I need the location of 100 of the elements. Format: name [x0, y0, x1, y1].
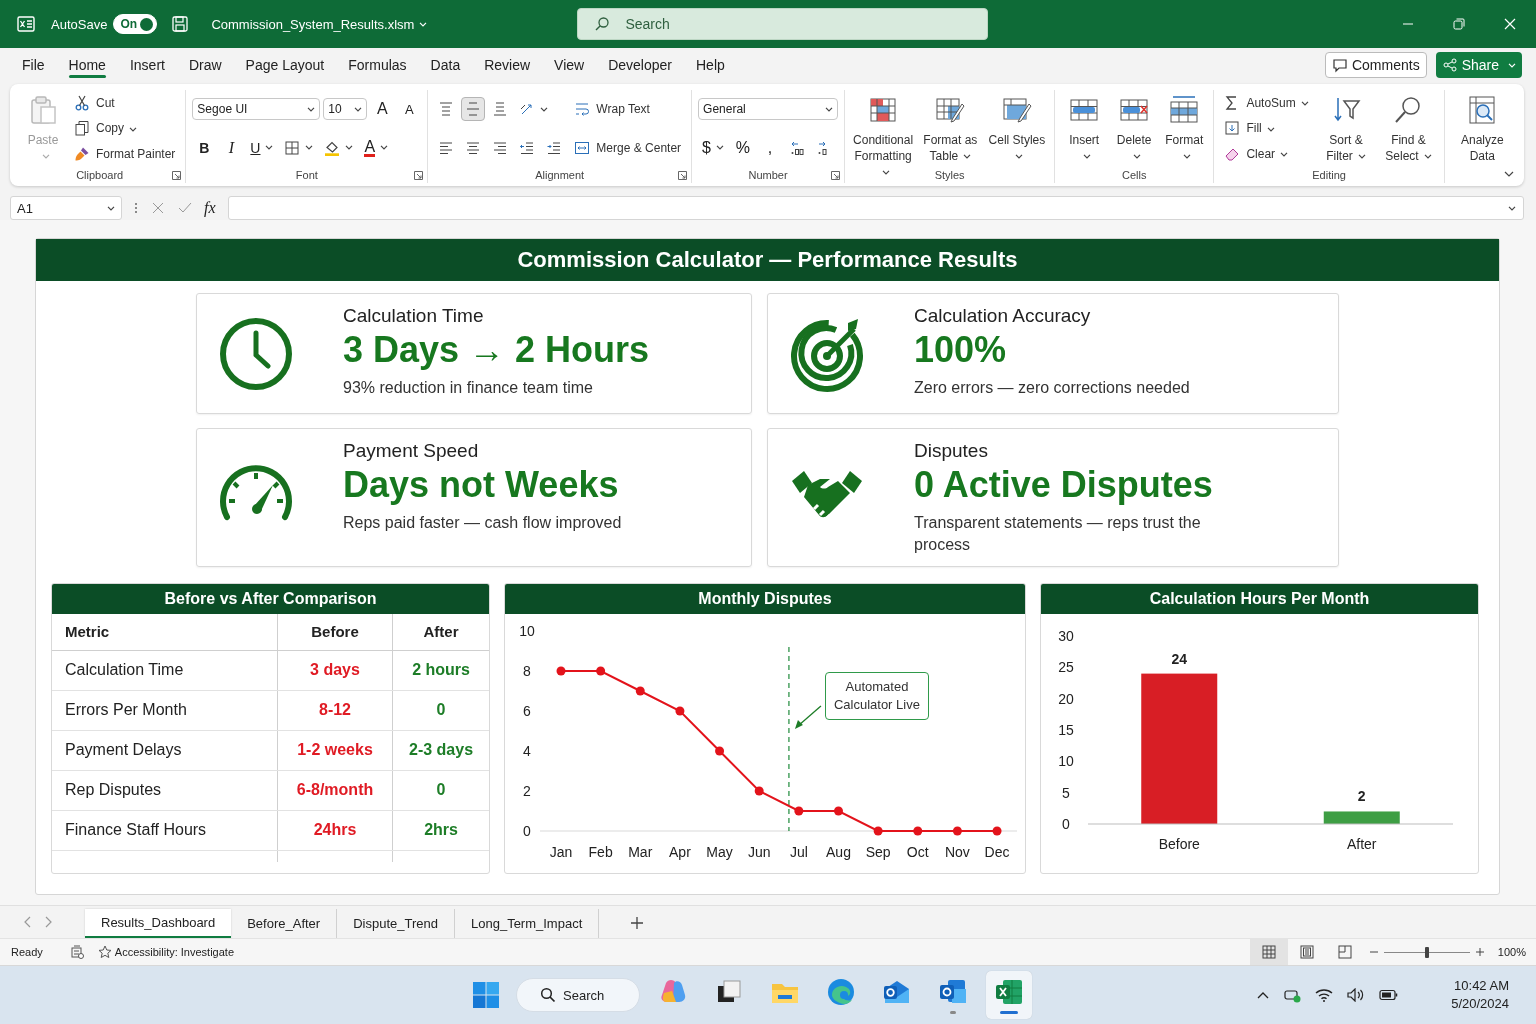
ribbon-button[interactable]: Insert	[1061, 90, 1108, 167]
search-icon	[540, 987, 556, 1003]
add-sheet-icon[interactable]	[631, 917, 644, 929]
menu-tab[interactable]: Insert	[117, 50, 177, 80]
ribbon-button[interactable]: Analyze Data	[1450, 90, 1514, 167]
kpi-heading: Calculation Accuracy	[914, 304, 1092, 328]
formula-field[interactable]	[227, 196, 1524, 220]
axis-label: 20	[1058, 690, 1074, 707]
data-point	[715, 746, 725, 756]
italic-button[interactable]: I	[219, 135, 244, 160]
sheet-tab[interactable]: Results_Dashboard	[85, 909, 232, 938]
toolbar-button[interactable]: $	[698, 135, 728, 160]
autosave-toggle[interactable]: On	[113, 14, 158, 34]
zoom-out-icon[interactable]	[1369, 948, 1378, 956]
close-icon[interactable]	[1504, 18, 1516, 30]
start-icon[interactable]	[472, 981, 500, 1009]
data-point	[913, 826, 923, 836]
menu-tab[interactable]: Help	[684, 50, 737, 80]
table-cell: 2-3 days	[392, 730, 489, 770]
speaker-icon[interactable]	[1347, 988, 1366, 1002]
macro-icon[interactable]	[69, 945, 84, 959]
menu-tab[interactable]: Data	[418, 50, 473, 80]
restore-icon[interactable]	[1453, 18, 1465, 30]
collapse-ribbon-icon[interactable]	[1504, 171, 1514, 177]
data-point	[635, 686, 645, 696]
menu-tab[interactable]: Page Layout	[233, 50, 337, 80]
accessibility-button[interactable]: Accessibility: Investigate	[97, 945, 234, 959]
dialog-launcher-icon[interactable]	[414, 171, 424, 180]
merge-cells-icon	[574, 139, 591, 156]
taskbar-search-field[interactable]: Search	[516, 978, 640, 1012]
cancel-icon[interactable]	[152, 202, 164, 214]
ribbon-button[interactable]: Format as Table	[919, 90, 982, 167]
ribbon-button[interactable]: Conditional Formatting	[851, 90, 916, 167]
toolbar-button[interactable]: %	[730, 135, 755, 160]
dashboard-title: Commission Calculator — Performance Results	[517, 247, 1018, 273]
bold-button[interactable]: B	[192, 135, 217, 160]
caret-icon	[354, 106, 363, 112]
table-cell: Errors Per Month	[52, 690, 278, 730]
axis-label: Dec	[984, 844, 1010, 860]
name-box[interactable]: A1	[10, 196, 122, 220]
ribbon-button[interactable]: Fill	[1220, 116, 1313, 141]
toolbar-button[interactable]: ,	[757, 135, 782, 160]
spreadsheet-logo-icon[interactable]	[17, 15, 35, 33]
network-sync-icon[interactable]	[1283, 987, 1302, 1003]
menu-tab[interactable]: View	[542, 50, 597, 80]
menu-tab[interactable]: Formulas	[336, 50, 419, 80]
next-sheet-icon[interactable]	[44, 916, 52, 928]
kpi-note: Transparent statements — reps trust the process	[914, 513, 1202, 555]
toolbar-button[interactable]: A	[370, 97, 395, 122]
table-cell: Rep Disputes	[52, 770, 278, 810]
ribbon-button[interactable]: Find & Select	[1379, 90, 1438, 167]
search-field[interactable]: Search	[577, 8, 989, 40]
comments-button[interactable]: Comments	[1324, 52, 1427, 78]
underline-button[interactable]: U	[246, 135, 278, 160]
toolbar-button[interactable]: A	[397, 97, 422, 122]
dialog-launcher-icon[interactable]	[172, 171, 182, 180]
group-label: Editing	[1312, 169, 1346, 181]
file-name-button[interactable]: Commission_System_Results.xlsm	[211, 16, 428, 32]
ribbon-button[interactable]: Merge & Center	[570, 135, 686, 160]
ribbon-button[interactable]: Cell Styles	[985, 90, 1049, 167]
zoom-in-icon[interactable]	[1475, 948, 1484, 956]
wifi-icon[interactable]	[1315, 988, 1334, 1002]
data-point	[873, 826, 883, 836]
battery-icon[interactable]	[1379, 989, 1400, 1001]
dialog-launcher-icon[interactable]	[831, 171, 841, 180]
browser-icon	[826, 976, 856, 1007]
previous-sheet-icon[interactable]	[24, 916, 32, 928]
ribbon-button[interactable]: Cut	[70, 90, 180, 115]
ribbon-button[interactable]: Clear	[1220, 142, 1313, 167]
menu-tab[interactable]: Review	[472, 50, 543, 80]
enter-icon[interactable]	[178, 202, 192, 214]
panel-title: Monthly Disputes	[698, 590, 832, 608]
number-format-select[interactable]: General	[698, 98, 839, 121]
axis-label: After	[1346, 836, 1377, 852]
dialog-launcher-icon[interactable]	[678, 171, 688, 180]
ribbon-button[interactable]: Format	[1161, 90, 1208, 167]
ribbon-button[interactable]: AutoSum	[1220, 90, 1313, 115]
align-left-icon	[438, 139, 455, 156]
kpi-value: 3 Days → 2 Hours	[343, 328, 650, 372]
menu-tab[interactable]: Draw	[176, 50, 234, 80]
font-select[interactable]: Segoe UI	[192, 98, 321, 121]
ribbon-button[interactable]: Copy	[70, 116, 180, 141]
leader-arrow	[794, 705, 822, 729]
chevron-up-icon[interactable]	[1257, 991, 1270, 999]
table-cell: 24hrs	[277, 810, 393, 850]
ribbon-button[interactable]: Sort & Filter	[1316, 90, 1376, 167]
caret-icon	[419, 21, 428, 27]
ribbon-button[interactable]: Delete	[1111, 90, 1158, 167]
insert-function-button[interactable]: fx	[204, 199, 216, 217]
save-icon[interactable]	[171, 15, 190, 33]
view-button[interactable]	[1249, 939, 1288, 965]
share-button[interactable]: Share	[1435, 52, 1522, 78]
ribbon-button[interactable]: Format Painter	[70, 142, 180, 167]
menu-tab[interactable]: File	[10, 50, 57, 80]
font-color-button[interactable]: A	[360, 135, 393, 160]
more-options-icon[interactable]	[134, 201, 138, 215]
menu-tab[interactable]: Developer	[596, 50, 684, 80]
menu-tab[interactable]: Home	[56, 50, 118, 80]
size-select[interactable]: 10	[323, 98, 368, 121]
ribbon-button[interactable]: Wrap Text	[570, 97, 686, 122]
